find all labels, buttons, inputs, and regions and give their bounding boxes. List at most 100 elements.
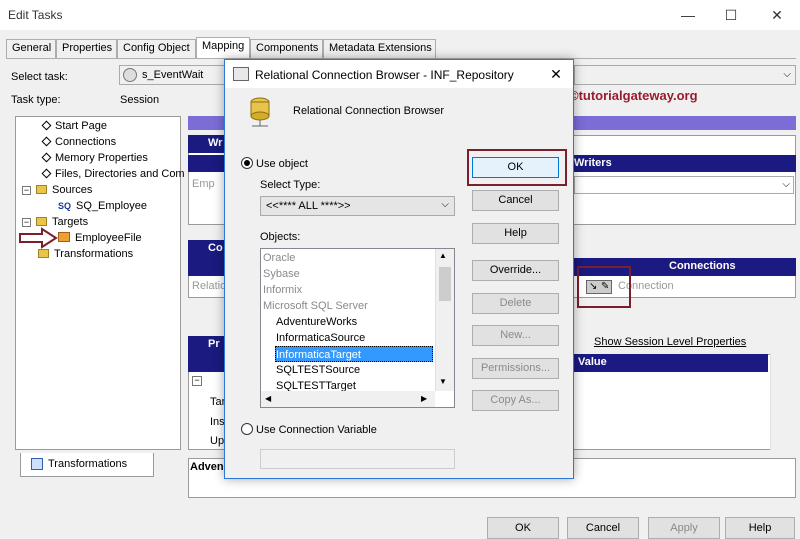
task-type-value: Session [120,94,160,106]
objects-vertical-scrollbar[interactable]: ▲ ▼ [435,249,454,391]
cancel-button[interactable]: Cancel [567,517,639,539]
connection-variable-input[interactable] [260,449,455,469]
maximize-icon[interactable]: ☐ [716,4,746,26]
folder-icon [36,185,47,194]
scroll-right-icon[interactable]: ▶ [421,394,427,403]
select-type-value: <<**** ALL ****>> [266,200,351,212]
adven-label: Adven [190,461,224,473]
use-connection-variable-radio[interactable]: Use Connection Variable [241,423,377,436]
transformations-icon [31,458,43,470]
writers-dropdown[interactable]: ⌵ [574,176,794,194]
dialog-help-button[interactable]: Help [472,223,559,244]
window-icon [233,67,249,81]
show-session-level-link[interactable]: Show Session Level Properties [594,336,746,348]
watermark: ©tutorialgateway.org [569,88,698,103]
list-item[interactable]: InformaticaSource [276,330,365,346]
scroll-up-icon[interactable]: ▲ [439,251,447,260]
dialog-header: Relational Connection Browser [293,105,445,117]
value-header: Value [574,354,768,372]
diamond-icon [41,152,52,163]
objects-horizontal-scrollbar[interactable]: ◀ ▶ [261,391,435,407]
pr-label: Pr [188,336,225,354]
dialog-close-icon[interactable]: ✕ [543,64,569,84]
tree-item-sources[interactable]: − Sources [22,182,92,198]
prop-row-tar: Tar [210,396,226,408]
dialog-copy-as-button[interactable]: Copy As... [472,390,559,411]
select-task-dropdown[interactable]: ⌵ [574,65,796,85]
properties-scrollbar[interactable] [770,354,796,450]
dialog-ok-button[interactable]: OK [472,157,559,178]
source-qualifier-icon: SQ [58,201,72,211]
connections-header: Connections [614,258,796,276]
tab-metadata-extensions[interactable]: Metadata Extensions [323,39,436,58]
tree-item-start-page[interactable]: Start Page [41,118,107,134]
gear-icon [123,68,137,82]
dialog-title: Relational Connection Browser - INF_Repo… [255,68,514,82]
tab-transformations[interactable]: Transformations [20,453,154,477]
use-object-radio[interactable]: Use object [241,157,308,170]
scroll-left-icon[interactable]: ◀ [265,394,271,403]
dialog-cancel-button[interactable]: Cancel [472,190,559,211]
select-task-value: s_EventWait [142,69,204,81]
tree-item-sq-employee[interactable]: SQ SQ_Employee [58,198,147,214]
folder-icon [36,217,47,226]
diamond-icon [41,168,52,179]
tab-components[interactable]: Components [250,39,323,58]
list-item[interactable]: Microsoft SQL Server [263,298,368,314]
select-type-label: Select Type: [260,179,321,191]
minimize-icon[interactable]: — [673,4,703,26]
tab-config-object[interactable]: Config Object [117,39,196,58]
annotation-arrow-icon [19,227,58,249]
dialog-new-button[interactable]: New... [472,325,559,346]
database-icon [250,97,270,127]
writers-header: Writers [574,155,796,172]
list-item[interactable]: SQLTESTSource [276,362,360,378]
tree-item-connections[interactable]: Connections [41,134,116,150]
collapse-icon[interactable]: − [22,186,31,195]
radio-selected-icon [241,157,253,169]
dialog-override-button[interactable]: Override... [472,260,559,281]
select-task-label: Select task: [11,71,68,83]
chevron-down-icon: ⌵ [782,179,790,190]
chevron-down-icon: ⌵ [441,199,449,210]
ok-button[interactable]: OK [487,517,559,539]
folder-icon [38,249,49,258]
tree-item-files-directories[interactable]: Files, Directories and Com [41,166,185,182]
annotation-highlight-box [577,266,631,308]
tab-general[interactable]: General [6,39,56,58]
diamond-icon [41,120,52,131]
close-icon[interactable]: ✕ [762,4,792,26]
collapse-icon[interactable]: − [192,376,202,386]
scroll-down-icon[interactable]: ▼ [439,377,447,386]
objects-label: Objects: [260,231,301,243]
radio-unselected-icon [241,423,253,435]
apply-button[interactable]: Apply [648,517,720,539]
help-button[interactable]: Help [725,517,795,539]
tab-properties[interactable]: Properties [56,39,117,58]
tab-mapping[interactable]: Mapping [196,37,250,59]
prop-row-up: Up [210,435,225,447]
select-task-combo[interactable]: s_EventWait [119,65,225,85]
tree-item-memory-properties[interactable]: Memory Properties [41,150,148,166]
list-item[interactable]: Sybase [263,266,300,282]
scroll-thumb[interactable] [439,267,451,301]
list-item[interactable]: Informix [263,282,302,298]
diamond-icon [41,136,52,147]
tree-item-employeefile[interactable]: EmployeeFile [58,230,142,246]
window-title: Edit Tasks [8,8,63,22]
dialog-delete-button[interactable]: Delete [472,293,559,314]
list-item[interactable]: Oracle [263,250,295,266]
objects-listbox[interactable]: Oracle Sybase Informix Microsoft SQL Ser… [260,248,455,408]
select-type-combo[interactable]: <<**** ALL ****>> ⌵ [260,196,455,216]
list-item[interactable]: AdventureWorks [276,314,357,330]
list-item-selected[interactable]: InformaticaTarget [275,346,433,362]
navigator-tree: Start Page Connections Memory Properties… [15,116,185,450]
relational-connection-browser-dialog: Relational Connection Browser - INF_Repo… [224,59,574,479]
collapse-icon[interactable]: − [22,218,31,227]
prop-row-ins: Ins [210,416,225,428]
dialog-permissions-button[interactable]: Permissions... [472,358,559,379]
target-file-icon [58,232,70,242]
task-type-label: Task type: [11,94,61,106]
emp-label: Emp [192,178,215,190]
wr-label: Wr [188,135,225,153]
